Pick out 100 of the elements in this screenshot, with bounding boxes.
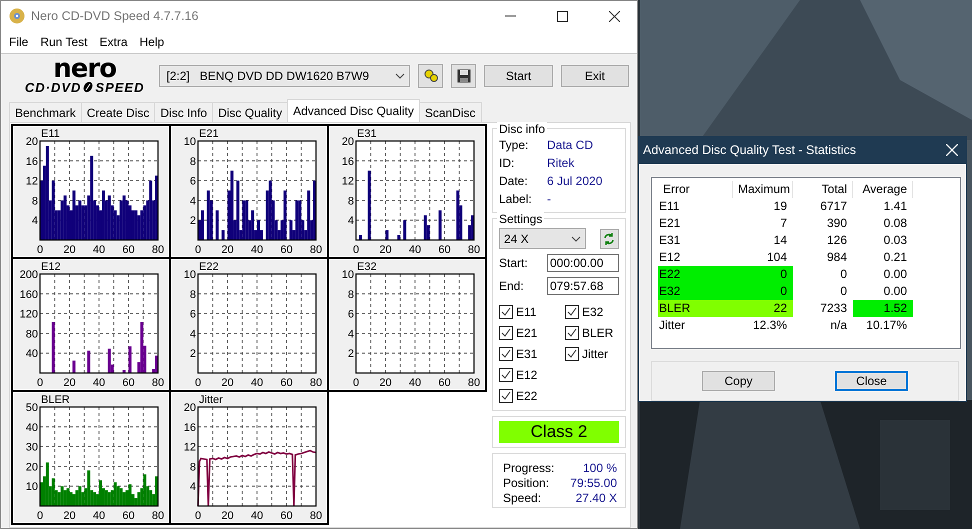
axis-tick-label: 0 <box>36 244 44 255</box>
column-header[interactable]: Error <box>658 180 733 198</box>
drive-dropdown[interactable]: [2:2] BENQ DVD DD DW1620 B7W9 <box>159 65 410 87</box>
close-icon[interactable] <box>946 144 958 156</box>
chart-title: E12 <box>41 261 61 273</box>
axis-tick-label: 80 <box>26 328 38 340</box>
axis-tick-label: 60 <box>280 377 293 388</box>
axis-tick-label: 8 <box>32 195 38 208</box>
disc-icon <box>82 81 94 93</box>
field-value: 79:55.00 <box>570 476 617 490</box>
checkbox[interactable] <box>565 326 579 340</box>
tab[interactable]: Advanced Disc Quality <box>287 99 420 122</box>
axis-tick-label: 80 <box>468 244 480 255</box>
start-field[interactable]: 000:00.00 <box>547 254 619 272</box>
chart-bar <box>403 220 406 240</box>
axis-tick-label: 0 <box>352 244 360 255</box>
axis-tick-label: 40 <box>250 377 264 388</box>
column-header[interactable]: Average <box>853 180 913 198</box>
chart-bar <box>222 230 225 240</box>
save-button[interactable] <box>451 64 476 88</box>
table-cell-text: 10.17% <box>865 316 908 334</box>
logo-brand: nero <box>53 58 116 80</box>
field-value: Data CD <box>547 138 594 152</box>
window-title: Nero CD-DVD Speed 4.7.7.16 <box>31 9 200 23</box>
axis-tick-label: 10 <box>342 269 354 281</box>
axis-tick-label: 20 <box>379 377 392 388</box>
axis-tick-label: 200 <box>20 269 38 281</box>
table-cell: 0 <box>733 282 793 300</box>
chart-bar <box>368 170 371 240</box>
axis-tick-label: 80 <box>310 377 322 388</box>
chart-bar <box>386 230 388 240</box>
axis-tick-label: 40 <box>26 348 38 360</box>
checkbox[interactable] <box>565 304 579 318</box>
menu-item[interactable]: Help <box>134 35 170 49</box>
axis-tick-label: 2 <box>348 348 354 360</box>
column-header[interactable]: Maximum <box>733 180 793 198</box>
axis-tick-label: 40 <box>408 244 422 255</box>
checkbox[interactable] <box>499 346 513 360</box>
table-cell-text: Jitter <box>658 316 686 334</box>
chart-bar <box>128 346 132 373</box>
menu-item[interactable]: File <box>3 35 34 49</box>
axis-tick-label: 60 <box>122 377 135 388</box>
column-header[interactable]: Total <box>793 180 853 198</box>
logo-product: SPEED <box>95 80 144 94</box>
table-cell-text: n/a <box>829 316 848 334</box>
axis-tick-label: 12 <box>342 176 354 188</box>
axis-tick-label: 60 <box>280 244 293 255</box>
menu-item[interactable]: Run Test <box>34 35 94 49</box>
table-cell-text: 0.03 <box>882 232 908 249</box>
axis-tick-label: 20 <box>221 377 234 388</box>
tab[interactable]: Disc Quality <box>212 102 288 122</box>
checkbox[interactable] <box>565 346 579 360</box>
axis-tick-label: 120 <box>20 308 38 321</box>
axis-tick-label: 0 <box>194 244 202 255</box>
axis-tick-label: 10 <box>184 136 196 148</box>
tab[interactable]: ScanDisc <box>418 102 482 122</box>
toolbar-button[interactable]: Start <box>484 65 553 87</box>
axis-tick-label: 2 <box>190 348 196 360</box>
table-cell-text: E31 <box>658 232 682 249</box>
field-value: - <box>547 192 552 206</box>
dialog-button[interactable]: Copy <box>702 371 775 392</box>
axis-tick-label: 50 <box>26 402 38 414</box>
axis-tick-label: 20 <box>63 510 76 521</box>
axis-tick-label: 40 <box>408 377 422 388</box>
axis-tick-label: 10 <box>184 269 196 281</box>
tab[interactable]: Benchmark <box>9 102 82 122</box>
table-cell-text: 7 <box>779 214 788 232</box>
toolbar-button[interactable]: Exit <box>560 65 629 87</box>
axis-tick-label: 160 <box>20 288 38 301</box>
table-cell-text: E11 <box>658 198 680 215</box>
checkbox-label: E11 <box>516 304 536 318</box>
checkbox[interactable] <box>499 304 513 318</box>
table-cell-text: 126 <box>826 232 848 249</box>
field-value: 100 % <box>582 460 617 474</box>
field-label: Label: <box>499 192 533 206</box>
speed-dropdown[interactable]: 24 X <box>499 228 586 249</box>
field-label: Start: <box>499 256 528 270</box>
axis-tick-label: 4 <box>190 481 196 494</box>
axis-tick-label: 20 <box>342 136 354 148</box>
checkbox-label: BLER <box>582 326 614 340</box>
field-label: Speed: <box>503 490 542 504</box>
checkbox-label: E12 <box>516 368 538 382</box>
end-field[interactable]: 079:57.68 <box>547 277 619 295</box>
dialog-button[interactable]: Close <box>835 371 908 392</box>
chart-bar <box>397 235 400 240</box>
axis-tick-label: 10 <box>26 481 38 494</box>
axis-tick-label: 80 <box>310 510 322 521</box>
refresh-button[interactable] <box>600 228 619 248</box>
table-cell-text: 0.08 <box>882 214 908 232</box>
field-value: 27.40 X <box>576 490 617 504</box>
drive-info-button[interactable] <box>418 64 444 88</box>
logo-product: CD·DVD <box>24 80 82 94</box>
axis-tick-label: 60 <box>438 244 451 255</box>
axis-tick-label: 8 <box>190 288 196 301</box>
menu-item[interactable]: Extra <box>93 35 134 49</box>
chart-title: E31 <box>357 128 377 140</box>
checkbox[interactable] <box>499 368 513 382</box>
checkbox[interactable] <box>499 326 513 340</box>
axis-tick-label: 80 <box>152 244 164 255</box>
checkbox[interactable] <box>499 388 513 402</box>
